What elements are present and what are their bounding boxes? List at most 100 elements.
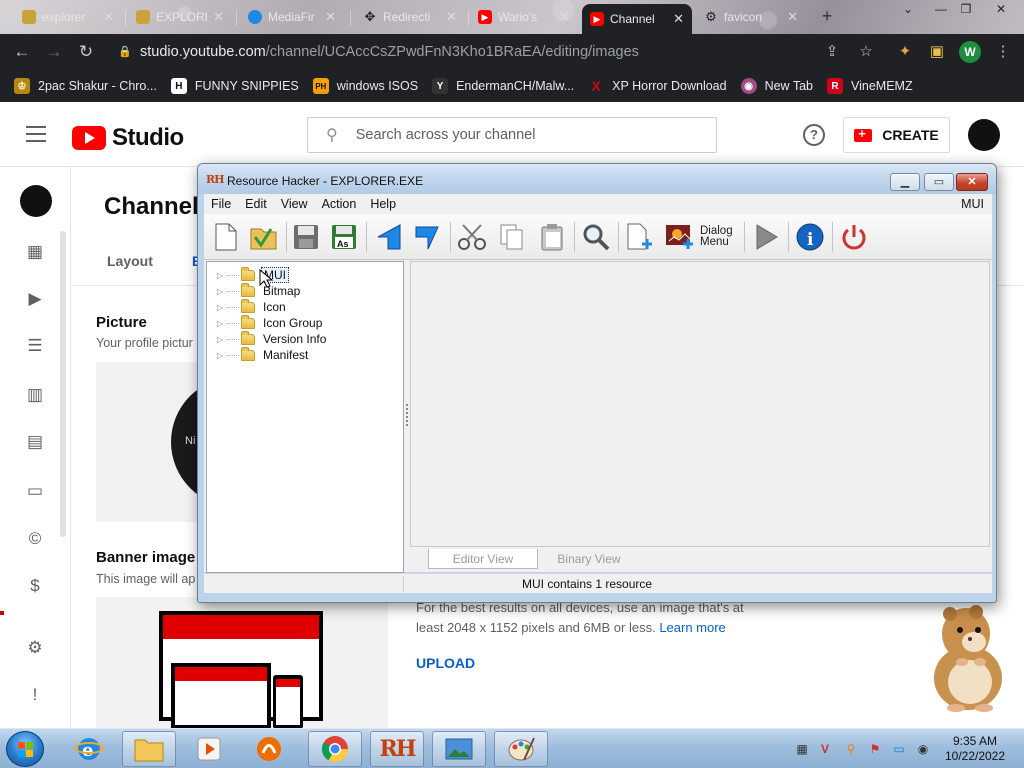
back-arrow-icon[interactable] (370, 219, 406, 255)
resource-editor-pane[interactable] (410, 261, 990, 547)
tray-display-icon[interactable]: ▭ (892, 742, 906, 756)
rh-title-bar[interactable]: RH Resource Hacker - EXPLORER.EXE ▁ ▭ ✕ (198, 164, 996, 194)
expand-arrow-icon[interactable]: ▷ (217, 287, 225, 296)
tray-search-icon[interactable]: ⚲ (844, 742, 858, 756)
menu-help[interactable]: Help (363, 197, 403, 211)
bookmark-item[interactable]: ♔ 2pac Shakur - Chro... (14, 78, 157, 94)
expand-arrow-icon[interactable]: ▷ (217, 335, 225, 344)
close-tab-icon[interactable]: ✕ (446, 9, 457, 25)
bookmark-item[interactable]: PH windows ISOS (312, 78, 418, 94)
tree-item-icon-group[interactable]: ▷ Icon Group (217, 314, 324, 331)
forward-icon[interactable]: → (44, 42, 64, 62)
browser-tab-4[interactable]: ✥ Redirecti ✕ (355, 4, 465, 30)
earn-icon[interactable]: $ (24, 575, 46, 597)
rh-minimize-icon[interactable]: ▁ (890, 173, 920, 191)
tray-network-icon[interactable]: ▦ (795, 742, 809, 756)
bookmark-star-icon[interactable]: ☆ (857, 43, 875, 61)
address-bar[interactable]: 🔒 studio.youtube.com /channel/UCAccCsZPw… (108, 38, 888, 66)
rh-maximize-icon[interactable]: ▭ (924, 173, 954, 191)
taskbar-explorer[interactable] (122, 731, 176, 767)
tray-v-icon[interactable]: V (818, 742, 832, 756)
tree-item-mui[interactable]: ▷ MUI (217, 266, 289, 283)
menu-file[interactable]: File (204, 197, 238, 211)
new-file-icon[interactable] (208, 219, 244, 255)
close-tab-icon[interactable]: ✕ (103, 9, 114, 25)
close-tab-icon[interactable]: ✕ (325, 9, 336, 25)
upload-button[interactable]: UPLOAD (416, 655, 475, 671)
close-window-icon[interactable]: ✕ (990, 2, 1012, 18)
profile-avatar[interactable]: W (959, 41, 981, 63)
back-icon[interactable]: ← (12, 42, 32, 62)
menu-edit[interactable]: Edit (238, 197, 274, 211)
tab-layout[interactable]: Layout (107, 253, 153, 269)
comments-icon[interactable]: ▤ (24, 431, 46, 453)
save-icon[interactable] (288, 219, 324, 255)
tab-binary-view[interactable]: Binary View (538, 549, 640, 569)
channel-avatar[interactable] (20, 185, 52, 217)
paste-icon[interactable] (534, 219, 570, 255)
close-tab-icon[interactable]: ✕ (213, 9, 224, 25)
taskbar-paint[interactable] (494, 731, 548, 767)
expand-arrow-icon[interactable]: ▷ (217, 319, 225, 328)
taskbar-chrome[interactable] (308, 731, 362, 767)
subtitles-icon[interactable]: ▭ (24, 480, 46, 502)
restore-window-icon[interactable]: ❐ (955, 2, 977, 18)
create-button[interactable]: CREATE (843, 117, 950, 153)
info-icon[interactable]: i (792, 219, 828, 255)
dialog-menu-button[interactable]: Dialog Menu (700, 219, 740, 255)
more-menu-icon[interactable]: ⋮ (994, 43, 1012, 61)
rh-close-icon[interactable]: ✕ (956, 173, 988, 191)
exit-power-icon[interactable] (836, 219, 872, 255)
open-file-icon[interactable] (246, 219, 282, 255)
playlists-icon[interactable]: ☰ (24, 335, 46, 357)
taskbar-image-viewer[interactable] (432, 731, 486, 767)
feedback-icon[interactable]: ! (24, 684, 46, 706)
hamburger-menu-icon[interactable] (26, 126, 46, 142)
bookmark-item[interactable]: H FUNNY SNIPPIES (170, 78, 299, 94)
taskbar-app-orange[interactable] (242, 731, 296, 767)
browser-tab-2[interactable]: EXPLORE ✕ (128, 4, 232, 30)
close-tab-icon[interactable]: ✕ (787, 9, 798, 25)
bookmark-item[interactable]: X XP Horror Download (588, 78, 727, 94)
browser-tab-5[interactable]: ▶ Wario's ✕ (470, 4, 578, 30)
cut-icon[interactable] (454, 219, 490, 255)
browser-tab-active[interactable]: ▶ Channel ✕ (582, 4, 692, 34)
browser-tab-3[interactable]: MediaFir ✕ (240, 4, 344, 30)
bookmark-item[interactable]: Y EndermanCH/Malw... (432, 78, 574, 94)
taskbar-media-player[interactable] (182, 731, 236, 767)
copyright-icon[interactable]: © (24, 528, 46, 550)
close-tab-icon[interactable]: ✕ (673, 11, 684, 27)
tab-editor-view[interactable]: Editor View (428, 549, 538, 569)
extensions-icon[interactable]: ✦ (896, 43, 914, 61)
account-avatar[interactable] (968, 119, 1000, 151)
tray-volume-icon[interactable]: ◉ (916, 742, 930, 756)
tree-item-version-info[interactable]: ▷ Version Info (217, 330, 328, 347)
find-icon[interactable] (578, 219, 614, 255)
side-panel-icon[interactable]: ▣ (928, 43, 946, 61)
studio-search-input[interactable]: ⚲ Search across your channel (307, 117, 717, 153)
save-as-icon[interactable]: As (326, 219, 362, 255)
tree-item-icon[interactable]: ▷ Icon (217, 298, 288, 315)
copy-icon[interactable] (494, 219, 530, 255)
help-icon[interactable]: ? (803, 124, 825, 146)
add-resource-icon[interactable] (622, 219, 658, 255)
expand-arrow-icon[interactable]: ▷ (217, 351, 225, 360)
bookmark-item[interactable]: ◉ New Tab (740, 78, 813, 94)
forward-arrow-icon[interactable] (410, 219, 446, 255)
close-tab-icon[interactable]: ✕ (559, 9, 570, 25)
resource-tree[interactable]: ▷ MUI ▷ Bitmap ▷ Icon ▷ Icon Group ▷ Ver… (206, 261, 404, 573)
content-icon[interactable]: ▶ (24, 288, 46, 310)
expand-arrow-icon[interactable]: ▷ (217, 303, 225, 312)
sidebar-scrollbar[interactable] (60, 231, 66, 537)
taskbar-internet-explorer[interactable]: e (62, 731, 116, 767)
browser-tab-7[interactable]: ⚙ favicon ✕ (696, 4, 806, 30)
menu-action[interactable]: Action (315, 197, 364, 211)
taskbar-resource-hacker[interactable]: RH (370, 731, 424, 767)
tree-item-manifest[interactable]: ▷ Manifest (217, 346, 310, 363)
share-icon[interactable]: ⇪ (823, 43, 841, 61)
settings-icon[interactable]: ⚙ (24, 637, 46, 659)
bookmark-item[interactable]: R VineMEMZ (827, 78, 913, 94)
new-tab-button[interactable]: + (818, 7, 836, 25)
dashboard-icon[interactable]: ▦ (24, 241, 46, 263)
tab-search-icon[interactable]: ⌄ (897, 2, 919, 18)
